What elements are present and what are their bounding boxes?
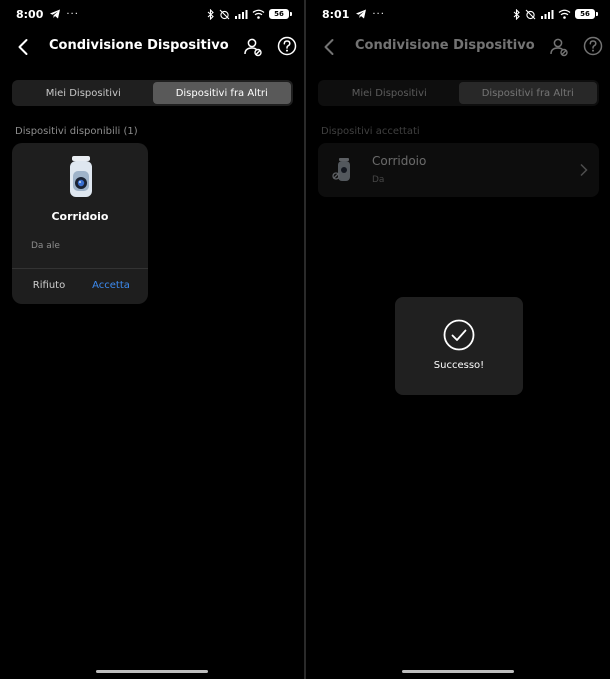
reject-button[interactable]: Rifiuto	[12, 280, 86, 291]
signal-icon	[235, 9, 248, 19]
shared-from: Da	[372, 175, 385, 185]
tab-shared-devices[interactable]: Dispositivi fra Altri	[458, 82, 597, 104]
back-arrow-icon[interactable]	[320, 37, 340, 57]
accept-button[interactable]: Accetta	[78, 280, 144, 291]
accepted-device-row[interactable]: Corridoio Da	[318, 143, 599, 197]
battery-icon: 56	[575, 9, 598, 19]
status-dots: ···	[66, 8, 79, 20]
chevron-right-icon	[580, 163, 588, 177]
telegram-icon	[50, 9, 61, 19]
battery-level: 56	[575, 9, 595, 19]
header: Condivisione Dispositivo in c...	[0, 30, 304, 64]
tab-bar: Miei Dispositivi Dispositivi fra Altri	[12, 80, 293, 106]
status-bar: 8:00 ··· 56	[0, 0, 304, 28]
screen-invitations: 8:00 ··· 56 Condivisione Dispositivo in …	[0, 0, 304, 679]
battery-icon: 56	[269, 9, 292, 19]
device-name: Corridoio	[51, 210, 109, 223]
tab-bar: Miei Dispositivi Dispositivi fra Altri	[318, 80, 599, 106]
invitation-card: Corridoio Da ale Rifiuto Accetta	[12, 143, 148, 304]
alarm-off-icon	[525, 9, 536, 19]
home-indicator[interactable]	[402, 670, 514, 673]
help-icon[interactable]	[277, 36, 297, 56]
check-circle-icon	[443, 319, 475, 351]
header: Condivisione Dispositivo in c...	[306, 30, 610, 64]
tab-my-devices[interactable]: Miei Dispositivi	[320, 82, 459, 104]
signal-icon	[541, 9, 554, 19]
help-icon[interactable]	[583, 36, 603, 56]
success-toast: Successo!	[395, 297, 523, 395]
bluetooth-icon	[513, 8, 520, 20]
telegram-icon	[356, 9, 367, 19]
back-arrow-icon[interactable]	[14, 37, 34, 57]
camera-icon	[332, 158, 350, 181]
tab-my-devices[interactable]: Miei Dispositivi	[14, 82, 153, 104]
status-dots: ···	[372, 8, 385, 20]
alarm-off-icon	[219, 9, 230, 19]
screen-accepted: 8:01 ··· 56 Condivisione Dispositivo in …	[306, 0, 610, 679]
divider	[12, 268, 148, 269]
camera-icon	[70, 156, 92, 197]
home-indicator[interactable]	[96, 670, 208, 673]
section-label: Dispositivi disponibili (1)	[15, 126, 138, 137]
page-title: Condivisione Dispositivo in c...	[49, 38, 231, 53]
section-label: Dispositivi accettati	[321, 126, 420, 137]
wifi-icon	[558, 9, 571, 19]
toast-message: Successo!	[433, 360, 485, 371]
share-user-icon[interactable]	[243, 37, 263, 57]
share-user-icon[interactable]	[549, 37, 569, 57]
tab-shared-devices[interactable]: Dispositivi fra Altri	[152, 82, 291, 104]
bluetooth-icon	[207, 8, 214, 20]
wifi-icon	[252, 9, 265, 19]
shared-from: Da ale	[31, 241, 60, 251]
battery-level: 56	[269, 9, 289, 19]
page-title: Condivisione Dispositivo in c...	[355, 38, 537, 53]
device-name: Corridoio	[372, 154, 427, 168]
status-time: 8:00	[16, 7, 44, 21]
status-time: 8:01	[322, 7, 350, 21]
status-bar: 8:01 ··· 56	[306, 0, 610, 28]
